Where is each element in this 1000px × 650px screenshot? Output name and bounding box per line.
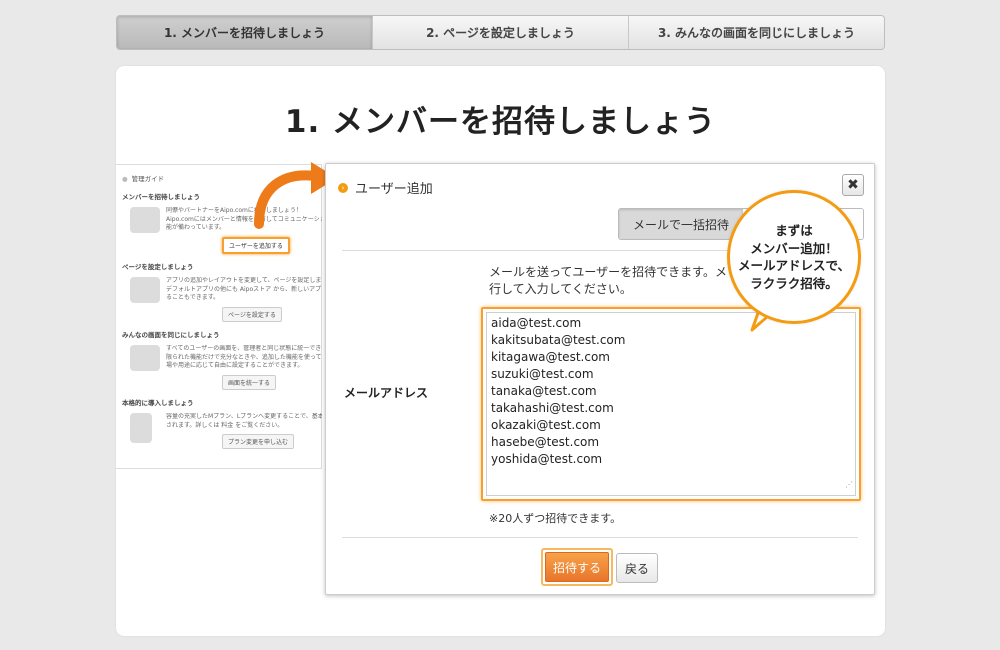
cloud-download-icon [130, 277, 160, 303]
step-tab-2[interactable]: 2. ページを設定しましょう [372, 16, 628, 49]
close-button[interactable]: ✖ [842, 174, 864, 196]
divider [342, 537, 858, 538]
guide-line: されます。詳しくは 料金 をご覧ください。 [166, 421, 284, 429]
building-icon [130, 413, 152, 443]
email-textarea[interactable]: aida@test.com kakitsubata@test.com kitag… [481, 307, 861, 501]
guide-line: アプリの追加やレイアウトを変更して、ページを設定しまし [166, 277, 322, 284]
guide-section-plan: 本格的に導入しましょう 容量の充実したMプラン、Lプランへ変更することで、基本容… [122, 397, 322, 450]
guide-line: すべてのユーザーの画面を、管理者と同じ状態に統一できま [166, 345, 322, 352]
dialog-title-text: ユーザー追加 [355, 182, 433, 197]
guide-line: 場や用途に応じて自由に設定することができます。 [166, 362, 304, 370]
guide-section-heading: 本格的に導入しましょう [122, 399, 194, 407]
invite-button[interactable]: 招待する [541, 548, 613, 586]
chevron-right-icon: › [338, 182, 348, 193]
email-list: aida@test.com kakitsubata@test.com kitag… [491, 316, 626, 466]
page-title: 1. メンバーを招待しましょう [284, 104, 717, 140]
step-tabs: 1. メンバーを招待しましょう 2. ページを設定しましょう 3. みんなの画面… [116, 15, 885, 50]
add-user-button[interactable]: ユーザーを追加する [222, 237, 290, 255]
step-tab-3[interactable]: 3. みんなの画面を同じにしましょう [628, 16, 884, 49]
change-plan-button[interactable]: プラン変更を申し込む [222, 434, 295, 450]
configure-page-button[interactable]: ページを設定する [222, 307, 282, 323]
invite-button-label: 招待する [545, 552, 609, 582]
guide-section-heading: みんなの画面を同じにしましょう [122, 331, 220, 339]
monitor-icon [130, 345, 160, 371]
resize-handle-icon[interactable]: ⋰ [845, 476, 853, 493]
guide-title: 管理ガイド [122, 173, 165, 183]
invite-limit-note: ※20人ずつ招待できます。 [489, 512, 622, 525]
guide-line: ることもできます。 [166, 294, 220, 302]
dialog-title: › ユーザー追加 [338, 178, 433, 197]
guide-section-screen: みんなの画面を同じにしましょう すべてのユーザーの画面を、管理者と同じ状態に統一… [122, 329, 322, 391]
members-icon [130, 207, 160, 233]
callout-text: まずは メンバー追加！ メールアドレスで、 ラクラク招待。 [737, 223, 850, 291]
guide-section-heading: ページを設定しましょう [122, 263, 194, 271]
callout-bubble: まずは メンバー追加！ メールアドレスで、 ラクラク招待。 [727, 190, 861, 324]
back-button[interactable]: 戻る [616, 553, 658, 583]
main-card: 1. メンバーを招待しましょう 管理ガイド メンバーを招待しましょう 同僚やパー… [116, 66, 885, 636]
step-tab-1[interactable]: 1. メンバーを招待しましょう [117, 16, 372, 49]
guide-section-page: ページを設定しましょう アプリの追加やレイアウトを変更して、ページを設定しまし … [122, 261, 322, 323]
tab-email-bulk-invite[interactable]: メールで一括招待 [619, 209, 744, 239]
unify-screen-button[interactable]: 画面を統一する [222, 375, 277, 391]
guide-line: 容量の充実したMプラン、Lプランへ変更することで、基本容 [166, 413, 322, 420]
email-field-label: メールアドレス [344, 386, 429, 400]
guide-line: デフォルトアプリの他にも Aipoストア から、新しいアプリ [166, 285, 322, 293]
